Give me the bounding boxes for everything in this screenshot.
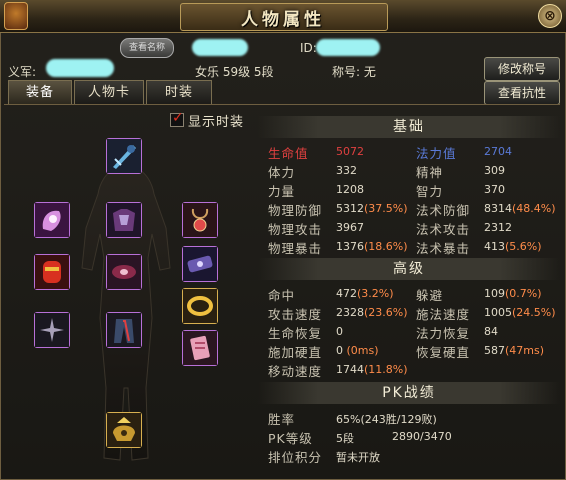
mp-label: 法力值 [416,146,457,161]
hp-label: 生命值 [268,146,309,161]
title-bar: 人物属性 ⊗ [0,0,566,33]
cast-speed-label: 施法速度 [416,307,471,322]
magic-crit-value: 413(5.6%) [484,240,542,253]
belt-icon [107,255,141,289]
character-info: 女乐 59级 5段 [195,65,274,79]
vitality-value: 332 [336,164,357,177]
pk-points-value: 2890/3470 [392,430,452,443]
hit-label: 命中 [268,288,296,303]
recover-stiffness-value: 587(47ms) [484,344,545,357]
mp-regen-label: 法力恢复 [416,326,471,341]
chest-slot[interactable] [106,202,142,238]
helmet-icon [107,413,141,447]
spouse-label: 义军: [8,65,37,79]
magic-defense-label: 法术防御 [416,203,471,218]
necklace-icon [183,203,217,237]
magic-attack-value: 2312 [484,221,512,234]
redacted-spouse [46,59,114,77]
physical-defense-label: 物理防御 [268,203,323,218]
equipment-area [6,108,254,476]
gloves-slot[interactable] [34,202,70,238]
chest-armor-icon [107,203,141,237]
ring-icon [183,289,217,323]
hp-regen-value: 0 [336,325,343,338]
physical-attack-label: 物理攻击 [268,222,323,237]
rank-points-label: 排位积分 [268,450,323,465]
mp-value: 2704 [484,145,512,158]
recover-stiffness-label: 恢复硬直 [416,345,471,360]
pk-level-value: 5段 [336,432,354,445]
win-rate-value: 65%(243胜/129败) [336,413,437,426]
gloves-icon [35,203,69,237]
move-speed-label: 移动速度 [268,364,323,379]
ring-slot[interactable] [182,288,218,324]
tab-divider [4,104,560,105]
belt-slot[interactable] [106,254,142,290]
dodge-value: 109(0.7%) [484,287,542,300]
redacted-name [192,39,248,56]
necklace-slot[interactable] [182,202,218,238]
tab-character-card[interactable]: 人物卡 [74,80,144,105]
spirit-value: 309 [484,164,505,177]
view-resist-button[interactable]: 查看抗性 [484,81,560,105]
vitality-label: 体力 [268,165,296,180]
star-charm-icon [35,313,69,347]
basic-section-title: 基础 [258,116,560,138]
physical-crit-label: 物理暴击 [268,241,323,256]
bracer-slot[interactable] [34,254,70,290]
cast-speed-value: 1005(24.5%) [484,306,556,319]
bracelet-slot[interactable] [182,246,218,282]
hp-value: 5072 [336,145,364,158]
pk-level-label: PK等级 [268,431,313,446]
strength-value: 1208 [336,183,364,196]
intellect-value: 370 [484,183,505,196]
move-speed-value: 1744(11.8%) [336,363,408,376]
bracelet-icon [183,247,217,281]
bracer-icon [35,255,69,289]
weapon-slot[interactable] [106,138,142,174]
attack-speed-label: 攻击速度 [268,307,323,322]
pk-section-title: PK战绩 [258,382,560,404]
pants-icon [107,313,141,347]
dodge-label: 躲避 [416,288,444,303]
pants-slot[interactable] [106,312,142,348]
physical-crit-value: 1376(18.6%) [336,240,408,253]
tab-fashion[interactable]: 时装 [146,80,212,105]
stats-panel: 基础 生命值 5072 法力值 2704 体力 332 精神 309 力量 12… [258,116,560,476]
window-title: 人物属性 [241,10,325,30]
apply-stiffness-value: 0 (0ms) [336,344,379,357]
physical-attack-value: 3967 [336,221,364,234]
apply-stiffness-label: 施加硬直 [268,345,323,360]
strength-label: 力量 [268,184,296,199]
magic-defense-value: 8314(48.4%) [484,202,556,215]
win-rate-label: 胜率 [268,412,296,427]
redacted-id [316,39,380,56]
intellect-label: 智力 [416,184,444,199]
hit-value: 472(3.2%) [336,287,394,300]
magic-attack-label: 法术攻击 [416,222,471,237]
view-name-button[interactable]: 查看名称 [120,38,174,58]
tab-equipment[interactable]: 装备 [8,80,72,105]
weapon-icon [107,139,141,173]
magic-crit-label: 法术暴击 [416,241,471,256]
rank-points-value: 暂未开放 [336,451,380,464]
attack-speed-value: 2328(23.6%) [336,306,408,319]
title-label: 称号: 无 [332,65,376,79]
spirit-label: 精神 [416,165,444,180]
mp-regen-value: 84 [484,325,498,338]
hp-regen-label: 生命恢复 [268,326,323,341]
advanced-section-title: 高级 [258,258,560,280]
accessory-slot[interactable] [34,312,70,348]
talisman-slot[interactable] [182,330,218,366]
physical-defense-value: 5312(37.5%) [336,202,408,215]
modify-title-button[interactable]: 修改称号 [484,57,560,81]
id-label: ID: [300,41,317,55]
close-icon[interactable]: ⊗ [538,4,562,28]
talisman-icon [183,331,217,365]
mount-slot[interactable] [106,412,142,448]
